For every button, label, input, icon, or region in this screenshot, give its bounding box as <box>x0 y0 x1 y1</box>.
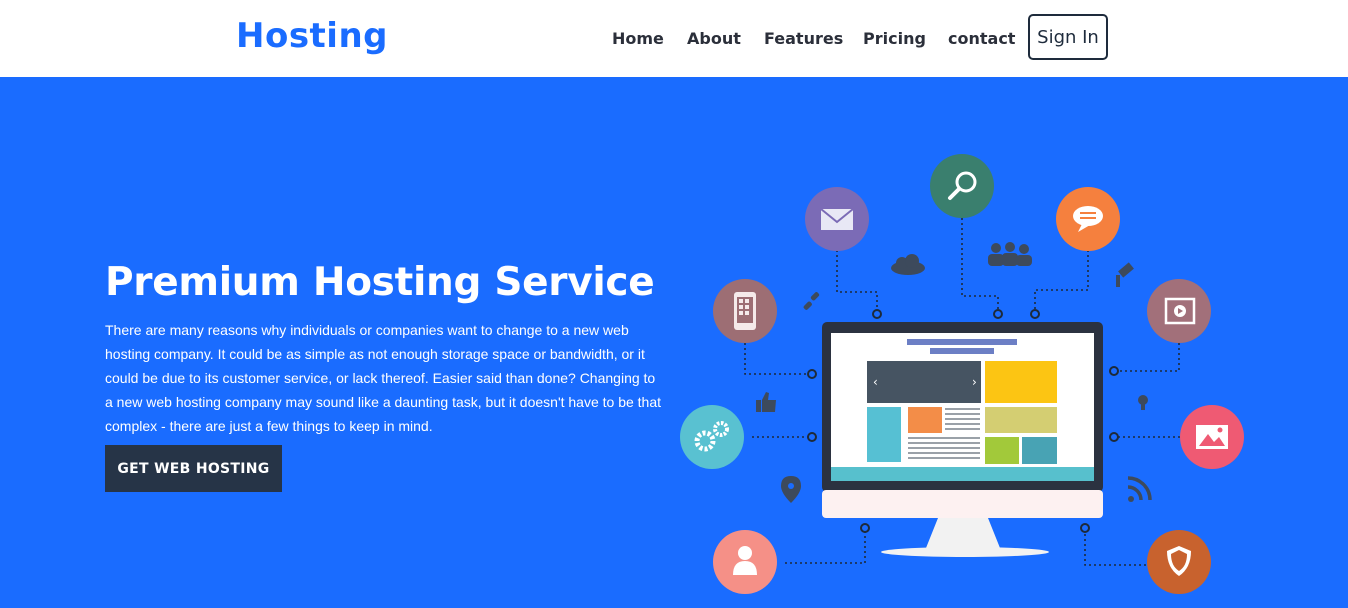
mail-icon <box>805 187 869 251</box>
get-web-hosting-button[interactable]: GET WEB HOSTING <box>105 445 282 492</box>
gears-icon <box>680 405 744 469</box>
video-icon <box>1147 279 1211 343</box>
nav-link-features[interactable]: Features <box>764 29 843 48</box>
link-icon <box>803 292 820 310</box>
shield-icon <box>1147 530 1211 594</box>
navbar: Hosting Home About Features Pricing cont… <box>0 0 1348 77</box>
svg-text:‹: ‹ <box>873 375 878 389</box>
svg-text:›: › <box>972 375 977 389</box>
brand-logo[interactable]: Hosting <box>236 16 388 56</box>
cloud-icon <box>891 254 925 275</box>
bulb-icon <box>1138 395 1148 410</box>
rss-icon <box>1127 476 1152 502</box>
search-icon <box>930 154 994 218</box>
users-icon <box>988 242 1032 266</box>
chat-icon <box>1056 187 1120 251</box>
hero-title: Premium Hosting Service <box>105 260 655 305</box>
pin-icon <box>781 476 801 503</box>
nav-link-home[interactable]: Home <box>612 29 664 48</box>
nav-link-contact[interactable]: contact <box>948 29 1015 48</box>
nav-link-pricing[interactable]: Pricing <box>863 29 926 48</box>
nav-link-about[interactable]: About <box>687 29 741 48</box>
hosting-illustration: ‹ › <box>680 154 1244 594</box>
image-icon <box>1180 405 1244 469</box>
satellite-icon <box>1116 262 1134 287</box>
thumbs-up-icon <box>756 392 776 412</box>
phone-icon <box>713 279 777 343</box>
user-icon <box>713 530 777 594</box>
sign-in-button[interactable]: Sign In <box>1028 14 1108 60</box>
monitor-icon: ‹ › <box>822 322 1103 557</box>
hero-description: There are many reasons why individuals o… <box>105 322 662 434</box>
